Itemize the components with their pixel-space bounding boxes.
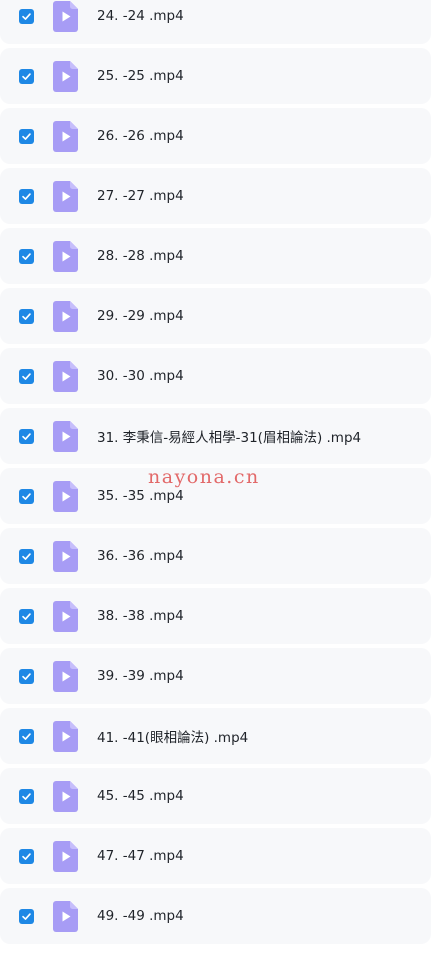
- file-name: 38. -38 .mp4: [97, 608, 184, 624]
- checkbox[interactable]: [19, 788, 34, 804]
- file-name: 31. 李秉信-易經人相學-31(眉相論法) .mp4: [97, 430, 362, 446]
- video-file-icon: [53, 720, 78, 752]
- checkbox[interactable]: [19, 188, 34, 204]
- video-file-icon: [53, 600, 78, 632]
- file-row[interactable]: 24. -24 .mp4: [0, 0, 431, 44]
- checkbox[interactable]: [19, 308, 34, 324]
- video-file-icon: [53, 840, 78, 872]
- file-name: 35. -35 .mp4: [97, 488, 184, 504]
- file-row[interactable]: 35. -35 .mp4: [0, 468, 431, 524]
- file-row[interactable]: 27. -27 .mp4: [0, 168, 431, 224]
- checkmark-icon: [22, 612, 31, 620]
- file-row[interactable]: 25. -25 .mp4: [0, 48, 431, 104]
- file-name: 27. -27 .mp4: [97, 188, 184, 204]
- checkbox[interactable]: [19, 608, 34, 624]
- video-file-icon: [53, 540, 78, 572]
- video-file-icon: [53, 780, 78, 812]
- checkbox[interactable]: [19, 428, 34, 444]
- file-row[interactable]: 45. -45 .mp4: [0, 768, 431, 824]
- checkbox[interactable]: [19, 908, 34, 924]
- checkbox[interactable]: [19, 488, 34, 504]
- checkmark-icon: [22, 192, 31, 200]
- checkbox[interactable]: [19, 848, 34, 864]
- file-row[interactable]: 36. -36 .mp4: [0, 528, 431, 584]
- checkmark-icon: [22, 312, 31, 320]
- video-file-icon: [53, 300, 78, 332]
- checkbox[interactable]: [19, 248, 34, 264]
- video-file-icon: [53, 420, 78, 452]
- checkmark-icon: [22, 492, 31, 500]
- checkbox[interactable]: [19, 728, 34, 744]
- file-name: 39. -39 .mp4: [97, 668, 184, 684]
- video-file-icon: [53, 180, 78, 212]
- file-name: 45. -45 .mp4: [97, 788, 184, 804]
- video-file-icon: [53, 360, 78, 392]
- file-row[interactable]: 49. -49 .mp4: [0, 888, 431, 944]
- file-name: 41. -41(眼相論法) .mp4: [97, 730, 249, 746]
- file-name: 28. -28 .mp4: [97, 248, 184, 264]
- file-row[interactable]: 28. -28 .mp4: [0, 228, 431, 284]
- file-row[interactable]: 47. -47 .mp4: [0, 828, 431, 884]
- video-file-icon: [53, 60, 78, 92]
- file-list: 24. -24 .mp4 25. -25 .mp4 26. -26 .mp4 2…: [0, 0, 431, 944]
- file-row[interactable]: 38. -38 .mp4: [0, 588, 431, 644]
- video-file-icon: [53, 900, 78, 932]
- checkbox[interactable]: [19, 368, 34, 384]
- checkbox[interactable]: [19, 68, 34, 84]
- file-row[interactable]: 31. 李秉信-易經人相學-31(眉相論法) .mp4: [0, 408, 431, 464]
- file-row[interactable]: 30. -30 .mp4: [0, 348, 431, 404]
- video-file-icon: [53, 0, 78, 32]
- file-name: 47. -47 .mp4: [97, 848, 184, 864]
- file-row[interactable]: 39. -39 .mp4: [0, 648, 431, 704]
- video-file-icon: [53, 480, 78, 512]
- checkmark-icon: [22, 552, 31, 560]
- file-name: 30. -30 .mp4: [97, 368, 184, 384]
- video-file-icon: [53, 240, 78, 272]
- file-name: 25. -25 .mp4: [97, 68, 184, 84]
- checkmark-icon: [22, 732, 31, 740]
- checkbox[interactable]: [19, 128, 34, 144]
- checkmark-icon: [22, 432, 31, 440]
- file-name: 36. -36 .mp4: [97, 548, 184, 564]
- file-name: 24. -24 .mp4: [97, 8, 184, 24]
- checkmark-icon: [22, 372, 31, 380]
- checkmark-icon: [22, 792, 31, 800]
- checkmark-icon: [22, 852, 31, 860]
- checkmark-icon: [22, 672, 31, 680]
- checkmark-icon: [22, 12, 31, 20]
- file-name: 29. -29 .mp4: [97, 308, 184, 324]
- file-name: 49. -49 .mp4: [97, 908, 184, 924]
- checkmark-icon: [22, 132, 31, 140]
- checkmark-icon: [22, 72, 31, 80]
- checkmark-icon: [22, 252, 31, 260]
- checkbox[interactable]: [19, 548, 34, 564]
- video-file-icon: [53, 120, 78, 152]
- video-file-icon: [53, 660, 78, 692]
- file-row[interactable]: 41. -41(眼相論法) .mp4: [0, 708, 431, 764]
- file-row[interactable]: 26. -26 .mp4: [0, 108, 431, 164]
- checkbox[interactable]: [19, 668, 34, 684]
- file-name: 26. -26 .mp4: [97, 128, 184, 144]
- checkbox[interactable]: [19, 8, 34, 24]
- file-row[interactable]: 29. -29 .mp4: [0, 288, 431, 344]
- checkmark-icon: [22, 912, 31, 920]
